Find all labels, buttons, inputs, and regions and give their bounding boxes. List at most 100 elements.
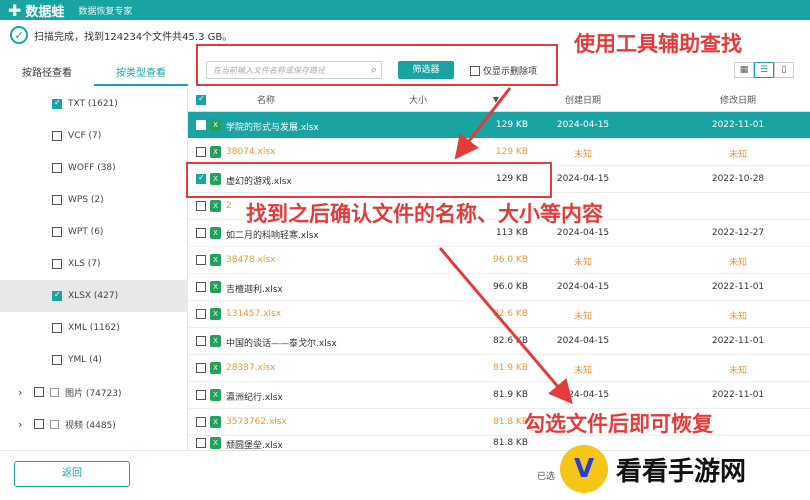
file-size: 81.9 KB: [493, 363, 528, 373]
table-row[interactable]: X 中国的谈话——泰戈尔.xlsx 82.6 KB 2024-04-15 2022-11…: [188, 328, 810, 355]
sidebar-item-xls[interactable]: XLS (7): [0, 248, 188, 280]
file-created: 未知: [573, 312, 592, 322]
file-modified: 2022-12-27: [711, 228, 765, 238]
table-row[interactable]: X 131457.xlsx 82.6 KB 未知 未知: [188, 301, 810, 328]
excel-file-icon: X: [210, 119, 221, 131]
row-checkbox[interactable]: [196, 119, 206, 130]
video-folder-icon: [50, 419, 59, 429]
back-button[interactable]: 返回: [14, 461, 130, 487]
view-tabs: 按路径查看 按类型查看: [0, 62, 188, 86]
cross-icon: ✚: [8, 0, 22, 20]
excel-file-icon: X: [210, 308, 221, 320]
sidebar-checkbox[interactable]: [34, 387, 44, 397]
sidebar-item-wpt[interactable]: WPT (6): [0, 216, 188, 248]
sidebar-item-woff[interactable]: WOFF (38): [0, 152, 188, 184]
table-row[interactable]: X 吉檀迦利.xlsx 96.0 KB 2024-04-15 2022-11-01: [188, 274, 810, 301]
column-created[interactable]: 创建日期: [533, 93, 633, 106]
sidebar-checkbox[interactable]: [52, 227, 62, 237]
file-created: 未知: [573, 258, 592, 268]
sidebar-item-label: WPT (6): [68, 227, 104, 237]
sidebar-checkbox[interactable]: [52, 355, 62, 365]
row-checkbox[interactable]: [196, 390, 206, 400]
file-name: 28387.xlsx: [226, 363, 276, 373]
check-circle-icon: ✓: [10, 26, 28, 44]
list-view-icon[interactable]: ☰: [754, 62, 774, 78]
row-checkbox[interactable]: [196, 255, 206, 265]
annotation-tool-hint: 使用工具辅助查找: [574, 32, 742, 56]
row-checkbox[interactable]: [196, 363, 206, 373]
sidebar-checkbox[interactable]: [52, 98, 62, 109]
grid-view-icon[interactable]: ▦: [734, 62, 754, 78]
tab-by-type[interactable]: 按类型查看: [94, 62, 188, 86]
sidebar-item-videos[interactable]: › 视频 (4485): [0, 408, 188, 440]
sidebar-item-label: YML (4): [68, 355, 102, 365]
sidebar-checkbox[interactable]: [52, 290, 62, 301]
file-size: 96.0 KB: [493, 255, 528, 265]
file-modified: 未知: [728, 312, 747, 322]
file-name: 吉檀迦利.xlsx: [226, 285, 283, 295]
table-row[interactable]: X 3573762.xlsx 81.8 KB: [188, 409, 810, 436]
file-size: 96.0 KB: [493, 282, 528, 292]
sidebar-checkbox[interactable]: [52, 259, 62, 269]
sidebar-item-vcf[interactable]: VCF (7): [0, 120, 188, 152]
row-checkbox[interactable]: [196, 309, 206, 319]
annotation-confirm-hint: 找到之后确认文件的名称、大小等内容: [246, 202, 603, 226]
row-checkbox[interactable]: [196, 438, 206, 448]
filter-button[interactable]: 筛选器: [398, 61, 454, 79]
excel-file-icon: X: [210, 227, 221, 239]
file-created: 未知: [573, 366, 592, 376]
row-checkbox[interactable]: [196, 228, 206, 238]
sidebar-item-label: 图片 (74723): [65, 388, 122, 399]
row-checkbox[interactable]: [196, 147, 206, 157]
chevron-right-icon[interactable]: ›: [18, 386, 22, 399]
sidebar-item-xml[interactable]: XML (1162): [0, 312, 188, 344]
image-folder-icon: [50, 387, 59, 397]
table-row[interactable]: X 学院的形式与发展.xlsx 129 KB 2024-04-15 2022-11-01: [188, 112, 810, 139]
sidebar-item-images[interactable]: › 图片 (74723): [0, 376, 188, 408]
table-row[interactable]: X 瀛洲纪行.xlsx 81.9 KB 2024-04-15 2022-11-01: [188, 382, 810, 409]
file-table: 名称 大小 ▼ 创建日期 修改日期 X 学院的形式与发展.xlsx 129 KB 20…: [188, 88, 810, 450]
file-created: 2024-04-15: [556, 336, 610, 346]
file-size: 129 KB: [495, 147, 528, 157]
file-name: 38478.xlsx: [226, 255, 276, 265]
table-row[interactable]: X 28387.xlsx 81.9 KB 未知 未知: [188, 355, 810, 382]
excel-file-icon: X: [210, 281, 221, 293]
column-name[interactable]: 名称: [226, 93, 306, 106]
sidebar-checkbox[interactable]: [52, 195, 62, 205]
sidebar-item-wps[interactable]: WPS (2): [0, 184, 188, 216]
file-name: 131457.xlsx: [226, 309, 282, 319]
chevron-right-icon[interactable]: ›: [18, 418, 22, 431]
show-deleted-checkbox[interactable]: [470, 65, 480, 76]
file-name: 38074.xlsx: [226, 147, 276, 157]
sidebar-checkbox[interactable]: [34, 419, 44, 429]
file-modified: 2022-10-28: [711, 174, 765, 184]
file-modified: 未知: [728, 366, 747, 376]
column-size[interactable]: 大小: [378, 93, 458, 106]
row-checkbox[interactable]: [196, 201, 206, 211]
detail-view-icon[interactable]: ▯: [774, 62, 794, 78]
search-input[interactable]: 在当前输入文件名称或保存路径 ⌕: [206, 61, 382, 79]
file-size: 82.6 KB: [493, 309, 528, 319]
row-checkbox[interactable]: [196, 417, 206, 427]
sidebar-checkbox[interactable]: [52, 131, 62, 141]
sidebar-checkbox[interactable]: [52, 163, 62, 173]
sidebar-item-txt[interactable]: TXT (1621): [0, 88, 188, 120]
file-name: 2: [226, 201, 232, 211]
table-row[interactable]: X 38478.xlsx 96.0 KB 未知 未知: [188, 247, 810, 274]
file-created: 2024-04-15: [556, 120, 610, 130]
show-deleted-toggle[interactable]: 仅显示删除项: [470, 64, 537, 77]
select-all-checkbox[interactable]: [196, 94, 206, 105]
file-name: 颓圆堡垒.xlsx: [226, 441, 283, 450]
search-icon[interactable]: ⌕: [371, 63, 377, 77]
row-checkbox[interactable]: [196, 282, 206, 292]
file-modified: 2022-11-01: [711, 120, 765, 130]
sidebar-item-yml[interactable]: YML (4): [0, 344, 188, 376]
sidebar-item-xlsx[interactable]: XLSX (427): [0, 280, 188, 312]
tab-by-path[interactable]: 按路径查看: [0, 62, 94, 86]
column-modified[interactable]: 修改日期: [678, 93, 798, 106]
show-deleted-label: 仅显示删除项: [483, 67, 538, 77]
sort-down-icon[interactable]: ▼: [488, 95, 504, 104]
file-name: 3573762.xlsx: [226, 417, 287, 427]
sidebar-checkbox[interactable]: [52, 323, 62, 333]
row-checkbox[interactable]: [196, 336, 206, 346]
